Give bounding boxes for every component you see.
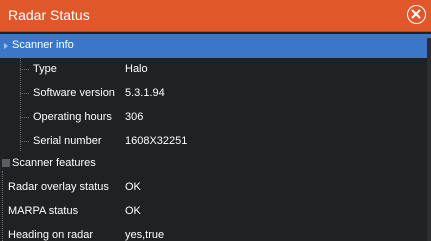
info-value: Halo (125, 63, 148, 75)
radar-status-dialog: Radar Status Scanner info Type Halo Soft… (0, 0, 431, 241)
tree-branch (20, 69, 29, 70)
status-row-radar-overlay: Radar overlay status OK (0, 176, 431, 200)
close-icon (411, 9, 421, 19)
status-row-marpa: MARPA status OK (0, 200, 431, 224)
info-row-serial-number: Serial number 1608X32251 (0, 130, 431, 154)
scrollbar[interactable] (427, 38, 431, 241)
info-row-operating-hours: Operating hours 306 (0, 106, 431, 130)
section-scanner-info[interactable]: Scanner info (0, 34, 431, 58)
info-row-software-version: Software version 5.3.1.94 (0, 82, 431, 106)
tree-branch (20, 117, 29, 118)
info-label: Serial number (33, 135, 102, 147)
info-label: Software version (33, 87, 115, 99)
info-value: 306 (125, 111, 144, 123)
expanded-arrow-icon (4, 43, 8, 49)
section-label: Scanner features (12, 157, 96, 169)
status-tree: Scanner info Type Halo Software version … (0, 32, 431, 241)
status-row-heading-on-radar: Heading on radar yes,true (0, 224, 431, 241)
status-label: Radar overlay status (8, 181, 109, 193)
section-scanner-features[interactable]: Scanner features (0, 152, 431, 176)
info-row-type: Type Halo (0, 58, 431, 82)
info-label: Type (33, 63, 57, 75)
info-value: 5.3.1.94 (125, 87, 165, 99)
title-bar: Radar Status (0, 0, 431, 32)
status-label: MARPA status (8, 205, 79, 217)
status-value: yes,true (125, 229, 165, 241)
status-value: OK (125, 205, 141, 217)
info-value: 1608X32251 (125, 135, 188, 147)
collapsed-box-icon (2, 159, 10, 167)
status-value: OK (125, 181, 141, 193)
tree-branch (20, 141, 29, 142)
close-button[interactable] (407, 5, 426, 24)
info-label: Operating hours (33, 111, 112, 123)
dialog-title: Radar Status (8, 7, 90, 23)
section-label: Scanner info (12, 39, 74, 51)
tree-branch (20, 93, 29, 94)
status-label: Heading on radar (8, 229, 94, 241)
